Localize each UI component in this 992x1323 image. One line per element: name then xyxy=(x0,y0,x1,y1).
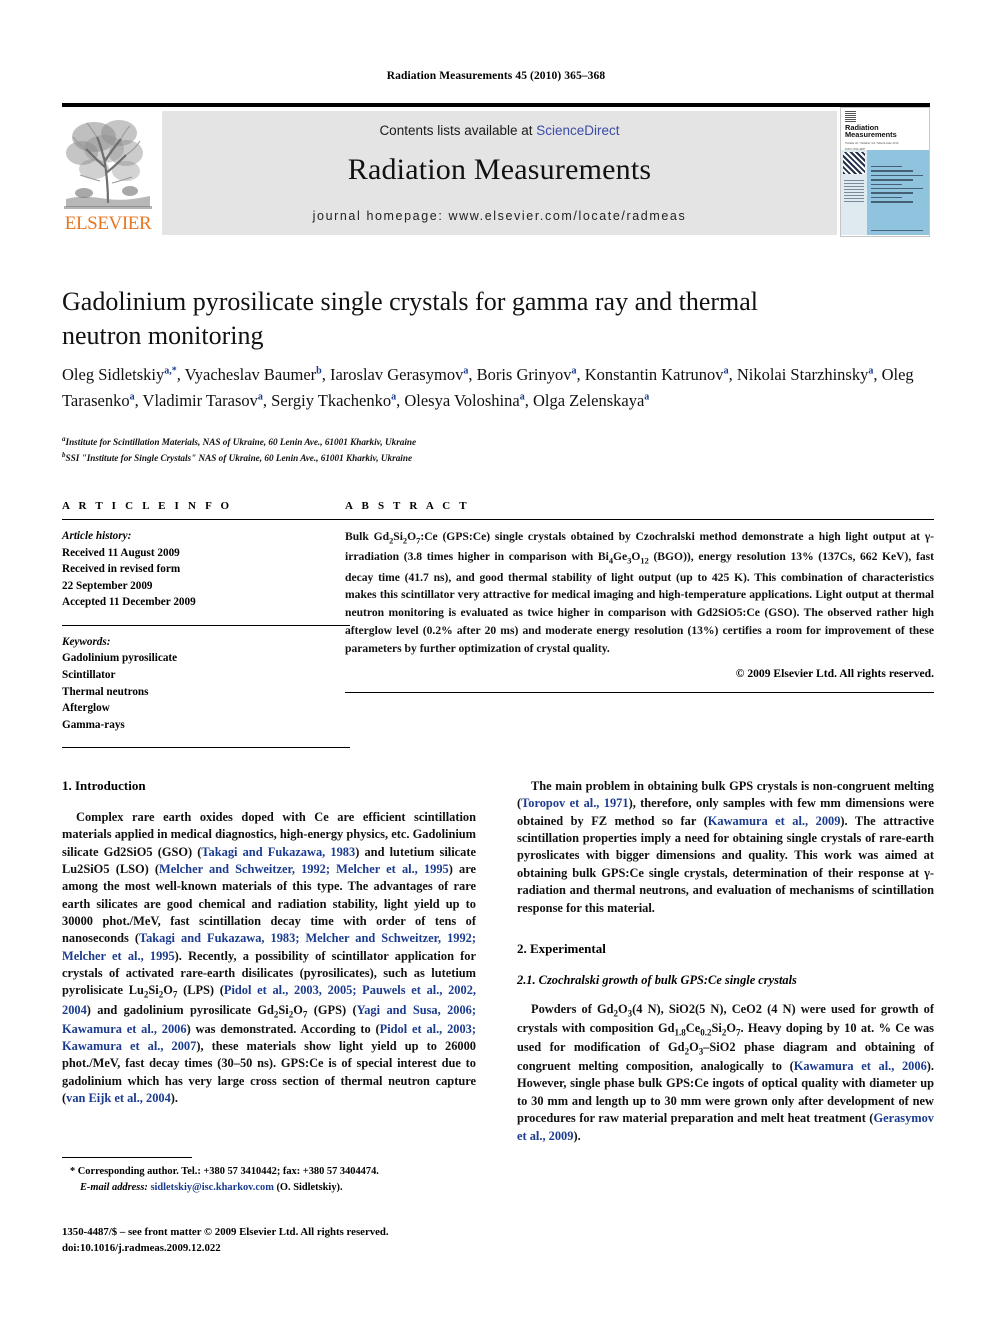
issn-doi-block: 1350-4487/$ – see front matter © 2009 El… xyxy=(62,1224,476,1257)
keywords-top-rule xyxy=(62,624,350,626)
article-first-page: Radiation Measurements 45 (2010) 365–368 xyxy=(0,0,992,1323)
footnote-block: * Corresponding author. Tel.: +380 57 34… xyxy=(62,1157,476,1196)
article-history: Article history: Received 11 August 2009… xyxy=(62,528,350,611)
journal-masthead: ELSEVIER Contents lists available at Sci… xyxy=(62,103,930,237)
keyword-item: Afterglow xyxy=(62,702,110,715)
history-label: Article history: xyxy=(62,530,132,542)
body-column-right: The main problem in obtaining bulk GPS c… xyxy=(517,778,934,1155)
keywords-label: Keywords: xyxy=(62,635,111,648)
email-owner: (O. Sidletskiy). xyxy=(276,1181,343,1193)
keywords-bottom-rule xyxy=(62,747,350,749)
masthead-top-rule xyxy=(62,103,930,107)
author-list: Oleg Sidletskiya,*, Vyacheslav Baumerb, … xyxy=(62,365,914,411)
journal-cover-thumbnail[interactable]: Radiation Measurements Volume 45 / Numbe… xyxy=(840,107,930,237)
email-label: E-mail address: xyxy=(80,1181,148,1193)
corresponding-author-note: * Corresponding author. Tel.: +380 57 34… xyxy=(70,1166,379,1177)
issn-line: 1350-4487/$ – see front matter © 2009 El… xyxy=(62,1226,389,1238)
sciencedirect-link[interactable]: ScienceDirect xyxy=(536,123,619,138)
paragraph-introduction: Complex rare earth oxides doped with Ce … xyxy=(62,809,477,1106)
cover-subline: Volume 45 / Number 3-6 / March-June 2010 xyxy=(845,140,899,145)
history-line: Accepted 11 December 2009 xyxy=(62,596,196,609)
article-info-rule xyxy=(62,519,350,520)
cover-footer-line xyxy=(871,229,923,231)
keyword-item: Gamma-rays xyxy=(62,718,125,731)
history-line: Received 11 August 2009 xyxy=(62,546,180,559)
affiliation-b: bSSI "Institute for Single Crystals" NAS… xyxy=(62,450,413,464)
section-heading-experimental: 2. Experimental xyxy=(517,940,606,956)
paragraph-experimental: Powders of Gd2O3(4 N), SiO2(5 N), CeO2 (… xyxy=(517,1001,935,1143)
cover-sidebar-lines xyxy=(844,180,864,204)
cover-sidebar xyxy=(841,150,867,235)
author-email-link[interactable]: sidletskiy@isc.kharkov.com xyxy=(150,1182,273,1193)
abstract-bottom-rule xyxy=(345,691,934,693)
copyright-line: © 2009 Elsevier Ltd. All rights reserved… xyxy=(735,666,934,680)
keyword-item: Scintillator xyxy=(62,669,116,682)
journal-title: Radiation Measurements xyxy=(347,153,652,186)
abstract-heading: A B S T R A C T xyxy=(345,500,470,512)
cover-header: Radiation Measurements Volume 45 / Numbe… xyxy=(841,108,929,151)
keywords-block: Keywords: Gadolinium pyrosilicate Scinti… xyxy=(62,634,350,733)
body-column-left: 1. Introduction Complex rare earth oxide… xyxy=(62,778,476,1117)
article-info-heading: A R T I C L E I N F O xyxy=(62,500,233,512)
elsevier-wordmark: ELSEVIER xyxy=(64,213,152,234)
history-line: Received in revised form xyxy=(62,563,181,576)
running-head: Radiation Measurements 45 (2010) 365–368 xyxy=(386,70,606,82)
affiliations: aInstitute for Scintillation Materials, … xyxy=(62,434,934,466)
elsevier-tree-icon xyxy=(64,111,152,211)
elsevier-logo: ELSEVIER xyxy=(62,111,154,235)
article-info-block: A R T I C L E I N F O Article history: R… xyxy=(62,500,350,756)
section-heading-introduction: 1. Introduction xyxy=(62,778,146,793)
journal-homepage[interactable]: journal homepage: www.elsevier.com/locat… xyxy=(162,209,837,223)
history-line: 22 September 2009 xyxy=(62,579,153,592)
cover-pattern-icon xyxy=(843,152,865,174)
journal-banner: Contents lists available at ScienceDirec… xyxy=(162,111,837,235)
affiliation-a: aInstitute for Scintillation Materials, … xyxy=(62,435,417,448)
subsection-heading-czochralski: 2.1. Czochralski growth of bulk GPS:Ce s… xyxy=(517,972,797,987)
paragraph-intro-continued: The main problem in obtaining bulk GPS c… xyxy=(517,779,934,915)
keyword-item: Thermal neutrons xyxy=(62,685,149,698)
keyword-item: Gadolinium pyrosilicate xyxy=(62,652,178,665)
contents-prefix: Contents lists available at xyxy=(379,123,537,138)
abstract-text: Bulk Gd2Si2O7:Ce (GPS:Ce) single crystal… xyxy=(345,530,934,655)
cover-contents-lines xyxy=(871,166,923,206)
cover-journal-name: Radiation Measurements xyxy=(845,123,897,140)
cover-body xyxy=(841,150,929,235)
abstract-block: A B S T R A C T Bulk Gd2Si2O7:Ce (GPS:Ce… xyxy=(345,500,934,701)
footnote-rule xyxy=(62,1157,192,1158)
page-title: Gadolinium pyrosilicate single crystals … xyxy=(62,287,759,350)
doi-line: doi:10.1016/j.radmeas.2009.12.022 xyxy=(62,1242,221,1255)
cover-publisher-icon xyxy=(845,111,856,122)
contents-line: Contents lists available at ScienceDirec… xyxy=(162,123,837,138)
email-note: E-mail address: sidletskiy@isc.kharkov.c… xyxy=(62,1180,476,1196)
abstract-rule xyxy=(345,519,934,520)
